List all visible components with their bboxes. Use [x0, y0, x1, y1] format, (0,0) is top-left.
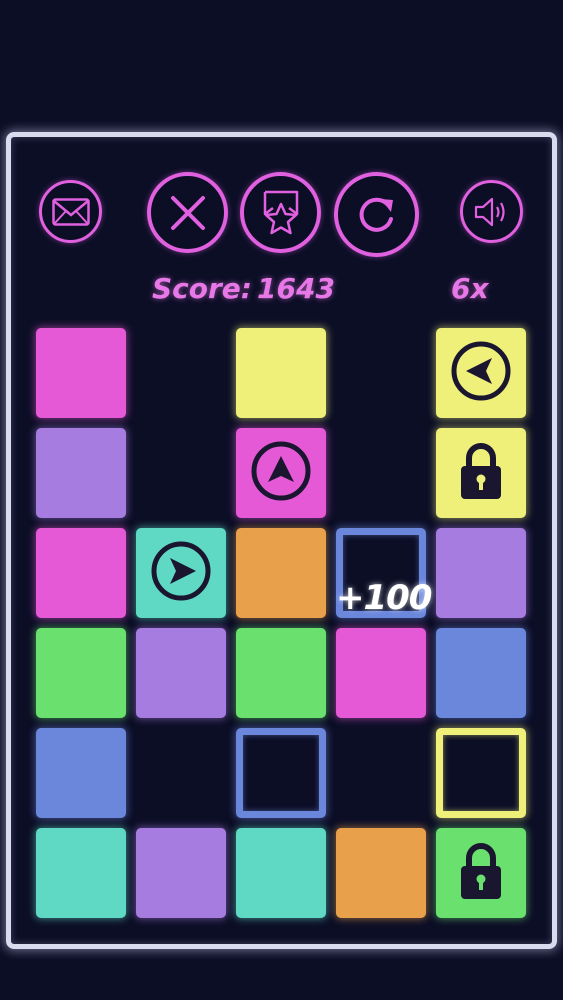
tile-purple-r3-c1[interactable] — [136, 628, 226, 718]
close-button[interactable] — [147, 172, 228, 253]
tile-orange-r2-c2[interactable] — [236, 528, 326, 618]
score-value: 1643 — [257, 272, 335, 305]
tile-green-r3-c2[interactable] — [236, 628, 326, 718]
tile-teal-r5-c0[interactable] — [36, 828, 126, 918]
restart-button[interactable] — [334, 172, 419, 257]
tile-yellow-r0-c4[interactable] — [436, 328, 526, 418]
tile-yellow-r0-c2[interactable] — [236, 328, 326, 418]
x-icon — [169, 194, 207, 232]
tile-purple-r2-c4[interactable] — [436, 528, 526, 618]
tile-teal-r5-c2[interactable] — [236, 828, 326, 918]
tile-pink-r1-c2[interactable] — [236, 428, 326, 518]
tile-orange-r5-c3[interactable] — [336, 828, 426, 918]
multiplier: 6x — [451, 272, 489, 305]
tile-yellow-outline-r4-c4[interactable] — [436, 728, 526, 818]
score-popup: +100 — [336, 578, 432, 618]
tile-green-r3-c0[interactable] — [36, 628, 126, 718]
star-badge-icon — [259, 190, 303, 236]
tile-pink-r3-c3[interactable] — [336, 628, 426, 718]
tile-blue-outline-r4-c2[interactable] — [236, 728, 326, 818]
tile-green-r5-c4[interactable] — [436, 828, 526, 918]
arrow-left-icon — [449, 339, 513, 407]
arrow-up-icon — [249, 439, 313, 507]
tile-purple-r1-c0[interactable] — [36, 428, 126, 518]
rate-button[interactable] — [240, 172, 321, 253]
tile-pink-r0-c0[interactable] — [36, 328, 126, 418]
lock-icon — [458, 441, 504, 505]
score-label: Score: — [152, 272, 252, 305]
tile-purple-r5-c1[interactable] — [136, 828, 226, 918]
lock-icon — [458, 841, 504, 905]
envelope-icon — [51, 197, 90, 226]
tile-pink-r2-c0[interactable] — [36, 528, 126, 618]
tile-teal-r2-c1[interactable] — [136, 528, 226, 618]
tile-yellow-r1-c4[interactable] — [436, 428, 526, 518]
restart-icon — [355, 193, 399, 237]
tile-blue-r4-c0[interactable] — [36, 728, 126, 818]
tile-blue-r3-c4[interactable] — [436, 628, 526, 718]
mail-button[interactable] — [39, 180, 102, 243]
arrow-right-icon — [149, 539, 213, 607]
sound-button[interactable] — [460, 180, 523, 243]
speaker-icon — [474, 197, 510, 227]
